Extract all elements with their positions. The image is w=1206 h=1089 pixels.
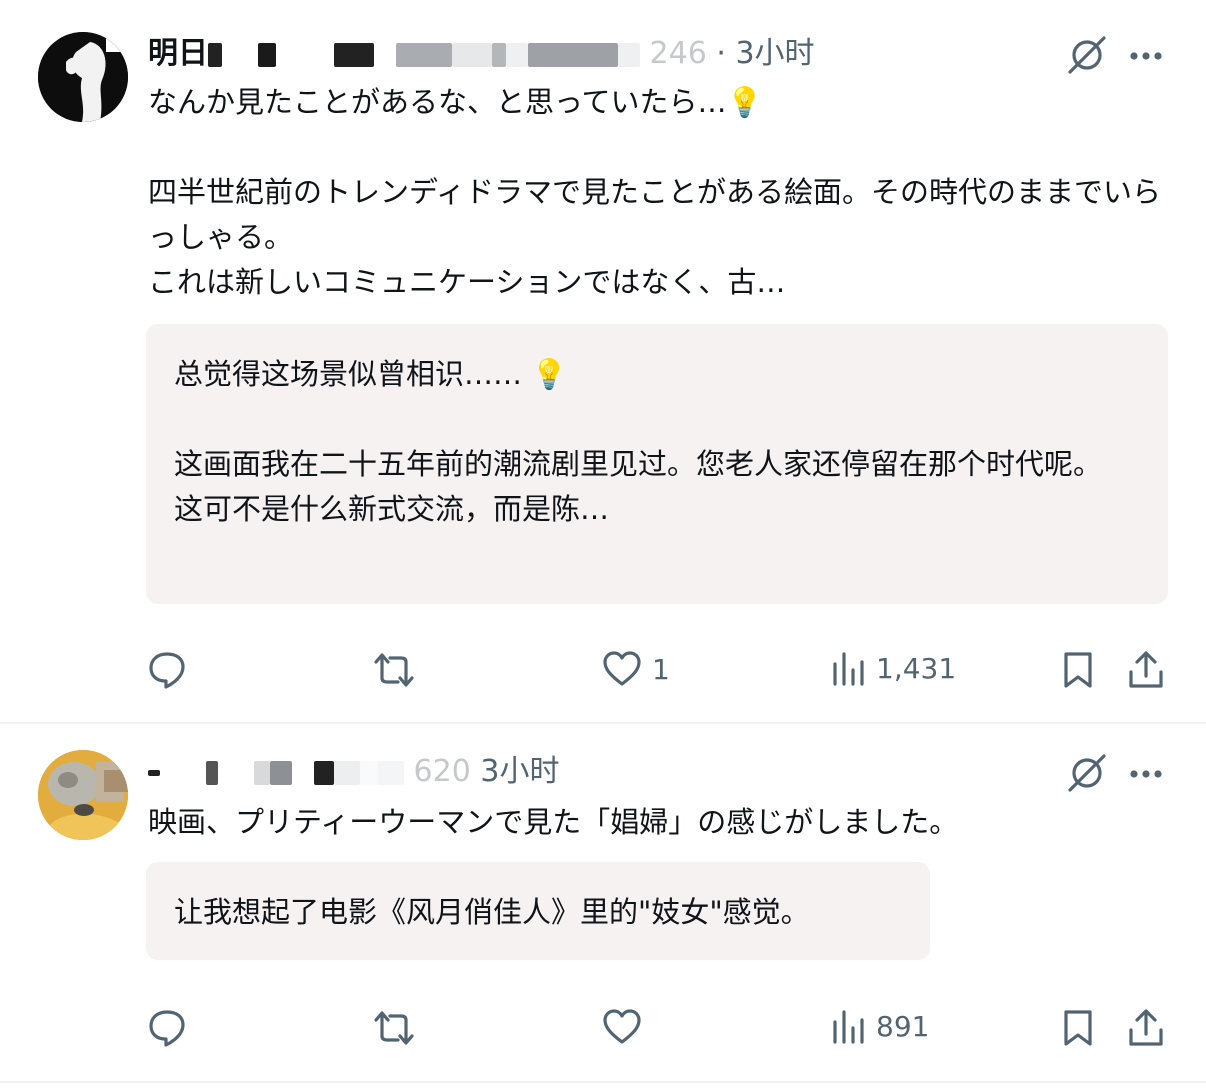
more-icon[interactable]	[1126, 46, 1166, 66]
redacted-handle	[506, 42, 528, 67]
share-icon	[1129, 651, 1163, 688]
tweet-header: 620 3小时	[148, 752, 559, 792]
share-button[interactable]	[1128, 1008, 1164, 1048]
redacted-name	[334, 42, 374, 67]
grok-icon[interactable]	[1066, 34, 1108, 76]
redacted-name	[148, 769, 160, 776]
avatar[interactable]	[38, 750, 128, 840]
redacted-handle	[254, 760, 270, 785]
reply-button[interactable]	[148, 650, 186, 690]
share-icon	[1129, 1009, 1163, 1046]
share-button[interactable]	[1128, 650, 1164, 690]
like-count: 1	[652, 652, 670, 686]
redacted-name	[208, 42, 222, 67]
view-count: 1,431	[876, 651, 957, 685]
views-button[interactable]: 891	[832, 1008, 929, 1044]
tweet-text: なんか見たことがあるな、と思っていたら…💡 四半世紀前のトレンディドラマで見たこ…	[148, 85, 1161, 299]
like-button[interactable]	[602, 1008, 652, 1046]
like-icon	[603, 1009, 641, 1044]
redacted-name	[276, 42, 334, 67]
timestamp[interactable]: 3小时	[480, 754, 559, 789]
action-bar: 891	[0, 1008, 1206, 1052]
redacted-handle	[492, 42, 506, 67]
grok-icon[interactable]	[1066, 752, 1108, 794]
view-count: 891	[876, 1009, 930, 1043]
retweet-icon	[374, 1011, 414, 1045]
redacted-handle	[374, 42, 396, 67]
tweet-header: 明日 246 · 3小时	[148, 34, 815, 74]
views-icon	[833, 652, 864, 686]
translation-box: 总觉得这场景似曾相识…… 💡 这画面我在二十五年前的潮流剧里见过。您老人家还停留…	[146, 324, 1168, 604]
redacted-name	[160, 760, 206, 785]
tweet[interactable]: 620 3小时 映画、プリティーウーマンで見た「娼婦」の感じがしました。 让我想…	[0, 724, 1206, 1083]
redacted-name	[218, 760, 254, 785]
like-icon	[603, 651, 641, 686]
bookmark-button[interactable]	[1062, 1008, 1094, 1048]
redacted-handle	[360, 760, 378, 785]
redacted-handle	[396, 42, 452, 67]
bookmark-button[interactable]	[1062, 650, 1094, 690]
separator: ·	[716, 36, 726, 71]
tweet[interactable]: 明日 246 · 3小时 なんか見たことがあるな、と思っていたら…💡 四半世紀前…	[0, 0, 1206, 724]
bookmark-icon	[1064, 652, 1092, 688]
redacted-name	[258, 42, 276, 67]
retweet-icon	[374, 653, 414, 687]
redacted-handle	[314, 760, 334, 785]
action-bar: 1 1,431	[0, 650, 1206, 694]
reply-button[interactable]	[148, 1008, 186, 1048]
more-icon[interactable]	[1126, 764, 1166, 784]
redacted-handle	[528, 42, 618, 67]
redacted-name	[206, 760, 218, 785]
views-icon	[833, 1010, 864, 1044]
reply-icon	[149, 652, 185, 689]
redacted-handle	[378, 760, 404, 785]
retweet-button[interactable]	[372, 650, 416, 690]
timestamp[interactable]: 3小时	[735, 36, 814, 71]
tweet-text: 映画、プリティーウーマンで見た「娼婦」の感じがしました。	[148, 805, 959, 839]
avatar[interactable]	[38, 32, 128, 122]
redacted-handle	[270, 760, 292, 785]
redacted-handle	[292, 760, 314, 785]
views-button[interactable]: 1,431	[832, 650, 956, 686]
retweet-button[interactable]	[372, 1008, 416, 1048]
handle-fragment: 246	[649, 36, 707, 71]
redacted-handle	[618, 42, 640, 67]
author-name[interactable]: 明日	[148, 36, 208, 71]
like-button[interactable]: 1	[602, 650, 670, 688]
redacted-name	[222, 42, 258, 67]
reply-icon	[149, 1010, 185, 1047]
redacted-handle	[334, 760, 360, 785]
redacted-handle	[452, 42, 492, 67]
handle-fragment: 620	[413, 754, 471, 789]
bookmark-icon	[1064, 1010, 1092, 1046]
translation-box: 让我想起了电影《风月俏佳人》里的"妓女"感觉。	[146, 862, 930, 960]
